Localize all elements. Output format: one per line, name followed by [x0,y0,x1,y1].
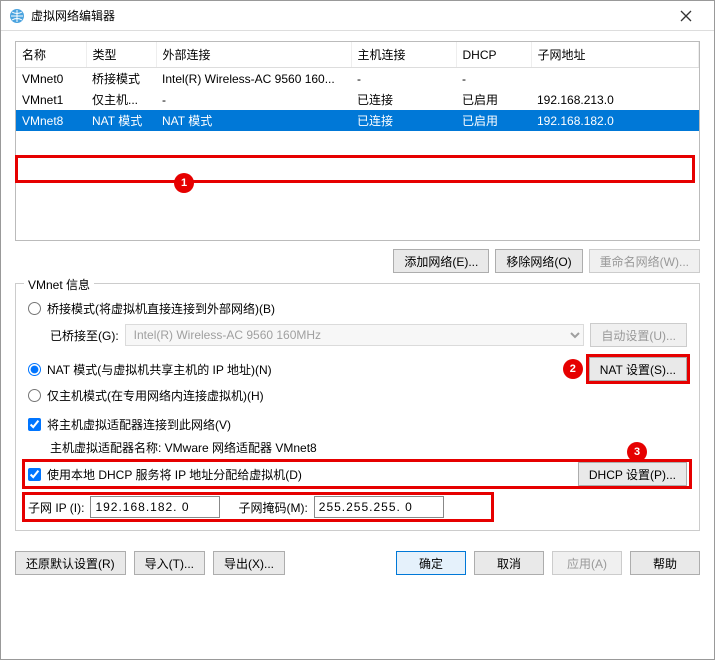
network-table[interactable]: 名称 类型 外部连接 主机连接 DHCP 子网地址 VMnet0桥接模式Inte… [15,41,700,241]
col-name[interactable]: 名称 [16,42,86,68]
connect-host-label: 将主机虚拟适配器连接到此网络(V) [47,416,231,433]
bridged-to-select: Intel(R) Wireless-AC 9560 160MHz [125,324,585,346]
col-type[interactable]: 类型 [86,42,156,68]
table-cell: 已启用 [456,89,531,110]
vmnet-info-group: VMnet 信息 桥接模式(将虚拟机直接连接到外部网络)(B) 已桥接至(G):… [15,283,700,531]
table-cell: 已连接 [351,110,456,131]
export-button[interactable]: 导出(X)... [213,551,285,575]
add-network-button[interactable]: 添加网络(E)... [393,249,489,273]
table-cell: VMnet8 [16,110,86,131]
subnet-ip-input[interactable] [90,496,220,518]
col-dhcp[interactable]: DHCP [456,42,531,68]
table-cell: VMnet0 [16,68,86,90]
subnet-ip-label: 子网 IP (I): [28,499,84,516]
use-dhcp-label: 使用本地 DHCP 服务将 IP 地址分配给虚拟机(D) [47,466,302,483]
col-host[interactable]: 主机连接 [351,42,456,68]
table-cell: - [456,68,531,90]
table-cell: Intel(R) Wireless-AC 9560 160... [156,68,351,90]
bridged-radio[interactable] [28,302,41,315]
cancel-button[interactable]: 取消 [474,551,544,575]
table-cell: 192.168.182.0 [531,110,699,131]
table-cell: 仅主机... [86,89,156,110]
table-row[interactable]: VMnet8NAT 模式NAT 模式已连接已启用192.168.182.0 [16,110,699,131]
table-cell: VMnet1 [16,89,86,110]
auto-settings-button: 自动设置(U)... [590,323,687,347]
annotation-box-1 [15,155,695,183]
table-cell: 已启用 [456,110,531,131]
help-button[interactable]: 帮助 [630,551,700,575]
table-row[interactable]: VMnet1仅主机...-已连接已启用192.168.213.0 [16,89,699,110]
restore-defaults-button[interactable]: 还原默认设置(R) [15,551,126,575]
table-cell: - [156,89,351,110]
window-title: 虚拟网络编辑器 [31,7,666,24]
table-row[interactable]: VMnet0桥接模式Intel(R) Wireless-AC 9560 160.… [16,68,699,90]
subnet-mask-input[interactable] [314,496,444,518]
ok-button[interactable]: 确定 [396,551,466,575]
hostonly-radio[interactable] [28,389,41,402]
use-dhcp-checkbox[interactable] [28,468,41,481]
nat-label: NAT 模式(与虚拟机共享主机的 IP 地址)(N) [47,361,272,378]
table-cell: 桥接模式 [86,68,156,90]
import-button[interactable]: 导入(T)... [134,551,205,575]
table-cell: - [351,68,456,90]
table-cell [531,68,699,90]
connect-host-checkbox[interactable] [28,418,41,431]
table-cell: NAT 模式 [86,110,156,131]
bridged-label: 桥接模式(将虚拟机直接连接到外部网络)(B) [47,300,275,317]
close-button[interactable] [666,2,706,30]
hostonly-label: 仅主机模式(在专用网络内连接虚拟机)(H) [47,387,264,404]
vmnet-info-legend: VMnet 信息 [24,276,94,293]
col-subnet[interactable]: 子网地址 [531,42,699,68]
app-icon [9,8,25,24]
rename-network-button: 重命名网络(W)... [589,249,700,273]
subnet-mask-label: 子网掩码(M): [238,499,307,516]
table-cell: NAT 模式 [156,110,351,131]
adapter-name-label: 主机虚拟适配器名称: VMware 网络适配器 VMnet8 [50,439,317,456]
table-cell: 已连接 [351,89,456,110]
remove-network-button[interactable]: 移除网络(O) [495,249,582,273]
nat-radio[interactable] [28,363,41,376]
bridged-to-label: 已桥接至(G): [50,327,119,344]
annotation-badge-2: 2 [563,359,583,379]
nat-settings-button[interactable]: NAT 设置(S)... [589,357,687,381]
dhcp-settings-button[interactable]: DHCP 设置(P)... [578,462,687,486]
apply-button: 应用(A) [552,551,622,575]
col-ext[interactable]: 外部连接 [156,42,351,68]
annotation-badge-1: 1 [174,173,194,193]
table-cell: 192.168.213.0 [531,89,699,110]
